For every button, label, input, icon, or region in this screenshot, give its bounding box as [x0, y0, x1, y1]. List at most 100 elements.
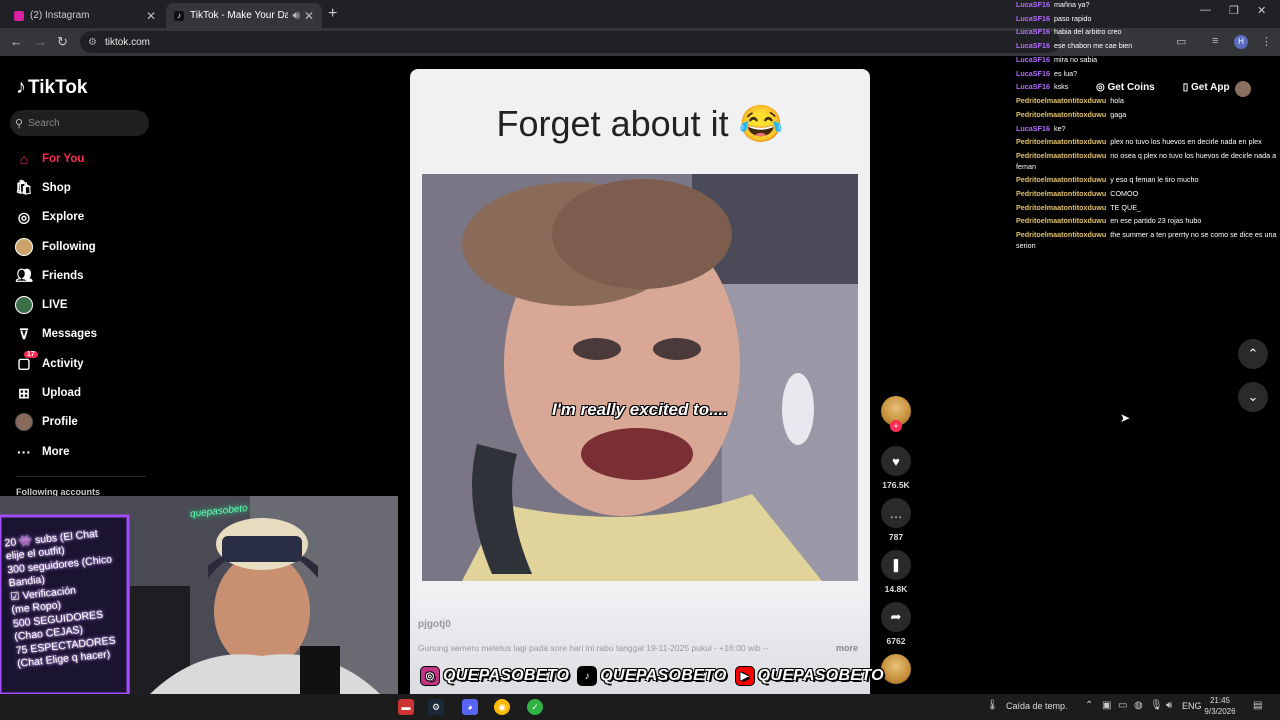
search-icon: ⚲ — [15, 117, 24, 130]
comment-count: 787 — [888, 532, 904, 542]
share-button[interactable]: ➦ 6762 — [878, 602, 914, 646]
steam-icon[interactable]: ⚙ — [428, 699, 444, 715]
tab-instagram[interactable]: (2) Instagram ✕ — [6, 3, 164, 28]
friends-icon: 👥︎ — [15, 267, 33, 284]
chat-username[interactable]: Pedritoelmaatontitoxduwu — [1016, 203, 1106, 212]
app-icon[interactable]: ▬ — [398, 699, 414, 715]
chat-username[interactable]: LucaSF16 — [1016, 41, 1050, 50]
tiktok-logo[interactable]: ♪ TikTok — [16, 76, 87, 99]
chat-message: LucaSF16 es lua? — [1016, 69, 1278, 79]
bookmark-count: 14.8K — [884, 584, 908, 594]
chat-text: en ese partido 23 rojas hubo — [1110, 216, 1202, 226]
sidebar-item-messages[interactable]: ⊽ Messages — [14, 320, 154, 349]
tray-icon[interactable]: ▭ — [1118, 700, 1127, 711]
clock-date: 9/3/2026 — [1204, 706, 1236, 716]
chat-message: LucaSF16 ksks — [1016, 82, 1278, 92]
chat-username[interactable]: Pedritoelmaatontitoxduwu — [1016, 216, 1106, 225]
chat-text: es lua? — [1053, 68, 1078, 78]
chat-username[interactable]: LucaSF16 — [1016, 124, 1050, 133]
chat-username[interactable]: Pedritoelmaatontitoxduwu — [1016, 151, 1106, 160]
discord-icon[interactable]: ◕ — [462, 699, 478, 715]
close-icon[interactable]: ✕ — [146, 9, 156, 23]
chat-text: plex no tuvo los huevos en decirle nada … — [1110, 137, 1262, 147]
tray-icon[interactable]: ▣ — [1102, 700, 1111, 711]
sidebar-item-activity[interactable]: ▢ 17 Activity — [14, 349, 154, 378]
chat-username[interactable]: Pedritoelmaatontitoxduwu — [1016, 137, 1106, 146]
sidebar-item-profile[interactable]: Profile — [14, 408, 154, 437]
microphone-icon[interactable]: 🎙︎ — [1150, 700, 1163, 711]
next-video-button[interactable]: ⌄ — [1238, 382, 1268, 412]
speaker-icon[interactable]: 🔊︎ — [292, 8, 300, 23]
chat-text: ese chabon me cae bien — [1053, 41, 1133, 51]
sidebar-item-more[interactable]: ··· More — [14, 437, 154, 466]
video-player[interactable]: Forget about it 😂 I'm really excited to.… — [410, 69, 870, 694]
language-indicator[interactable]: ENG — [1182, 701, 1202, 711]
chat-username[interactable]: LucaSF16 — [1016, 69, 1050, 78]
close-icon[interactable]: ✕ — [304, 9, 314, 23]
chat-username[interactable]: Pedritoelmaatontitoxduwu — [1016, 96, 1106, 105]
clock-time: 21:45 — [1209, 696, 1231, 705]
like-button[interactable]: ♥ 176.5K — [878, 446, 914, 490]
chrome-icon[interactable]: ◉ — [494, 699, 510, 715]
chevron-down-icon: ⌄ — [1247, 389, 1259, 404]
follow-plus-icon[interactable]: + — [890, 420, 902, 432]
search-placeholder: Search — [28, 117, 60, 129]
chat-username[interactable]: Pedritoelmaatontitoxduwu — [1016, 175, 1106, 184]
video-author[interactable]: pjgotj0 — [418, 619, 451, 630]
speaker-icon[interactable]: 🔊︎ — [1166, 700, 1172, 711]
sidebar-item-label: Messages — [42, 328, 97, 341]
chat-message: Pedritoelmaatontitoxduwu en ese partido 2… — [1016, 216, 1278, 226]
chat-text: paso rapido — [1053, 13, 1092, 23]
search-input[interactable]: ⚲ Search — [10, 110, 149, 136]
video-description: Gunung semeru meletus lagi pada sore har… — [418, 643, 769, 653]
sidebar-item-label: Friends — [42, 269, 84, 282]
chat-text: hola — [1110, 96, 1124, 106]
chat-username[interactable]: LucaSF16 — [1016, 82, 1050, 91]
sidebar-item-live[interactable]: LIVE — [14, 290, 154, 319]
app-icon[interactable]: ✓ — [527, 699, 543, 715]
sidebar-item-following[interactable]: Following — [14, 232, 154, 261]
video-frame[interactable]: I'm really excited to.... — [422, 174, 858, 581]
chat-username[interactable]: Pedritoelmaatontitoxduwu — [1016, 189, 1106, 198]
chat-text: habia del arbitro creo — [1053, 27, 1122, 37]
chat-username[interactable]: Pedritoelmaatontitoxduwu — [1016, 230, 1106, 239]
tab-tiktok[interactable]: ♪ TikTok - Make Your Day 🔊︎ ✕ — [166, 3, 322, 28]
sidebar-item-for-you[interactable]: ⌂ For You — [14, 144, 154, 173]
mouse-cursor-icon: ➤ — [1120, 411, 1131, 425]
sidebar-item-explore[interactable]: ◎ Explore — [14, 203, 154, 232]
comment-icon: … — [881, 498, 911, 528]
chat-message: Pedritoelmaatontitoxduwu COMOO — [1016, 189, 1278, 199]
creator-avatar-button[interactable]: + — [878, 396, 914, 432]
site-info-icon[interactable]: ⚙ — [88, 37, 97, 48]
stream-chat-overlay: LucaSF16 mañna ya? LucaSF16 paso rapido Luca… — [1016, 0, 1278, 254]
forward-icon[interactable]: → — [34, 34, 47, 49]
previous-video-button[interactable]: ⌃ — [1238, 339, 1268, 369]
reload-icon[interactable]: ↻ — [57, 34, 68, 50]
back-icon[interactable]: ← — [10, 34, 23, 49]
weather-text[interactable]: Caída de temp. — [1006, 701, 1068, 711]
bookmark-button[interactable]: ❚ 14.8K — [878, 550, 914, 594]
more-link[interactable]: more — [836, 643, 858, 653]
sidebar-item-friends[interactable]: 👥︎ Friends — [14, 261, 154, 290]
chat-username[interactable]: Pedritoelmaatontitoxduwu — [1016, 110, 1106, 119]
tray-icon[interactable]: ◍ — [1134, 700, 1143, 711]
chat-text: TE QUE_ — [1110, 202, 1142, 212]
chat-username[interactable]: LucaSF16 — [1016, 0, 1050, 9]
compass-icon: ◎ — [17, 208, 31, 225]
chat-username[interactable]: LucaSF16 — [1016, 14, 1050, 23]
comment-button[interactable]: … 787 — [878, 498, 914, 542]
notifications-icon[interactable]: ▤ — [1253, 700, 1262, 711]
new-tab-button[interactable]: + — [328, 5, 337, 23]
windows-taskbar: ▬ ⚙ ◕ ◉ ✓ 🌡︎ Caída de temp. ⌃ ▣ ▭ ◍ 🎙︎ 🔊… — [0, 694, 1280, 720]
tray-chevron-icon[interactable]: ⌃ — [1085, 700, 1093, 711]
sidebar-item-label: Explore — [42, 211, 85, 224]
following-avatar — [14, 237, 34, 257]
chat-username[interactable]: LucaSF16 — [1016, 27, 1050, 36]
url-field[interactable]: ⚙ tiktok.com — [80, 31, 1060, 53]
heart-icon: ♥ — [881, 446, 911, 476]
chat-username[interactable]: LucaSF16 — [1016, 55, 1050, 64]
system-clock[interactable]: 21:45 9/3/2026 — [1200, 696, 1240, 718]
sidebar-item-upload[interactable]: ⊞ Upload — [14, 378, 154, 407]
sidebar-item-label: For You — [42, 152, 85, 165]
sidebar-item-shop[interactable]: 🛍︎ Shop — [14, 173, 154, 202]
